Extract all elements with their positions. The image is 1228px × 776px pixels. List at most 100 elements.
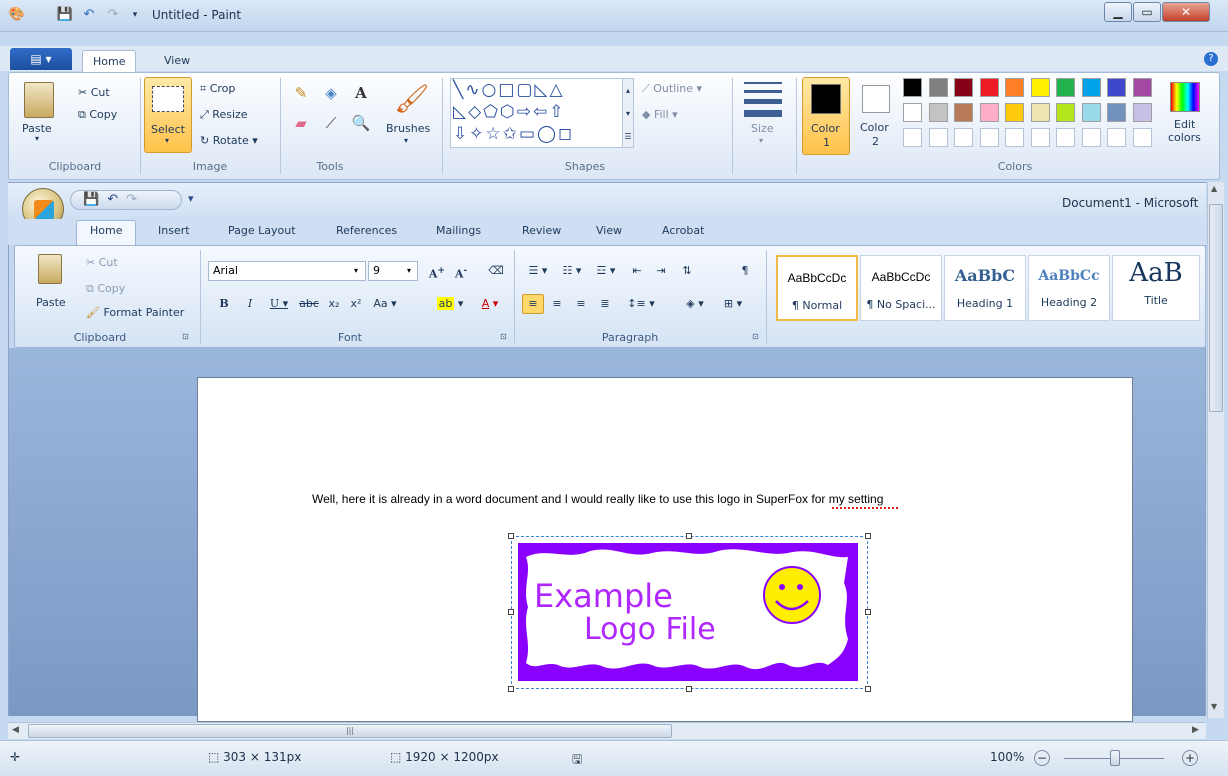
- empty-color-slot[interactable]: [1081, 128, 1101, 147]
- font-name-combo[interactable]: Arial ▾: [208, 261, 366, 281]
- shading-icon[interactable]: ◈ ▾: [678, 294, 712, 314]
- resize-handle[interactable]: [865, 533, 871, 539]
- align-right-icon[interactable]: ≡: [570, 294, 592, 314]
- zoom-out-button[interactable]: −: [1034, 750, 1050, 766]
- undo-icon[interactable]: ↶: [80, 6, 98, 24]
- resize-handle[interactable]: [508, 686, 514, 692]
- tab-view[interactable]: View: [154, 50, 200, 72]
- style-heading-2[interactable]: AaBbCc Heading 2: [1028, 255, 1110, 321]
- color-swatch[interactable]: [1107, 103, 1126, 122]
- edit-colors-button[interactable]: Edit colors: [1162, 78, 1212, 154]
- dialog-launcher-icon[interactable]: ⊡: [500, 332, 507, 341]
- zoom-slider-thumb[interactable]: [1110, 750, 1120, 766]
- magnifier-icon[interactable]: 🔍: [348, 114, 374, 138]
- superscript-icon[interactable]: x²: [346, 294, 366, 314]
- color-swatch[interactable]: [979, 103, 999, 122]
- decrease-indent-icon[interactable]: ⇤: [626, 261, 648, 281]
- color1-button[interactable]: Color 1: [802, 77, 850, 155]
- font-color-icon[interactable]: A ▾: [472, 294, 508, 314]
- align-center-icon[interactable]: ≡: [546, 294, 568, 314]
- word-paste-button[interactable]: Paste: [36, 296, 66, 309]
- show-paragraph-marks-icon[interactable]: ¶: [734, 261, 756, 281]
- scroll-left-icon[interactable]: ◀: [12, 725, 19, 735]
- paste-dropdown-icon[interactable]: ▾: [35, 134, 39, 143]
- redo-icon[interactable]: ↷: [104, 6, 122, 24]
- dialog-launcher-icon[interactable]: ⊡: [182, 332, 189, 341]
- brushes-button[interactable]: 🖌 Brushes ▾: [386, 80, 432, 158]
- style-heading-1[interactable]: AaBbC Heading 1: [944, 255, 1026, 321]
- bold-icon[interactable]: B: [214, 294, 234, 314]
- resize-handle[interactable]: [686, 533, 692, 539]
- numbering-icon[interactable]: ☷ ▾: [556, 261, 588, 281]
- empty-color-slot[interactable]: [903, 128, 922, 147]
- change-case-icon[interactable]: Aa ▾: [370, 294, 400, 314]
- italic-icon[interactable]: I: [240, 294, 260, 314]
- horizontal-scrollbar[interactable]: ◀ ||| ▶: [8, 722, 1206, 739]
- paste-icon[interactable]: [24, 82, 54, 118]
- color-swatch[interactable]: [954, 78, 973, 97]
- color-swatch[interactable]: [1030, 78, 1050, 97]
- empty-color-slot[interactable]: [1056, 128, 1075, 147]
- resize-button[interactable]: ⤢ Resize: [200, 108, 248, 122]
- rotate-button[interactable]: ↻ Rotate ▾: [200, 134, 258, 147]
- grow-font-icon[interactable]: A+: [426, 261, 448, 281]
- word-tab-review[interactable]: Review: [522, 224, 561, 237]
- color-swatch[interactable]: [1056, 78, 1075, 97]
- clear-formatting-icon[interactable]: ⌫: [484, 261, 508, 281]
- resize-handle[interactable]: [508, 609, 514, 615]
- align-left-icon[interactable]: ≡: [522, 294, 544, 314]
- color-swatch[interactable]: [1132, 103, 1152, 122]
- shapes-gallery[interactable]: ╲∿○□▢◺△ ◺◇⬠⬡⇨⇦⇧ ⇩✧☆✩▭◯◻: [450, 78, 630, 148]
- resize-handle[interactable]: [865, 609, 871, 615]
- empty-color-slot[interactable]: [1132, 128, 1152, 147]
- size-button[interactable]: Size ▾: [742, 82, 786, 152]
- color-swatch[interactable]: [903, 103, 922, 122]
- empty-color-slot[interactable]: [928, 128, 948, 147]
- shrink-font-icon[interactable]: A-: [450, 261, 472, 281]
- justify-icon[interactable]: ≣: [594, 294, 616, 314]
- scroll-up-icon[interactable]: ▲: [1211, 184, 1217, 193]
- undo-icon[interactable]: ↶: [107, 192, 126, 207]
- copy-button[interactable]: ⧉ Copy: [78, 108, 117, 122]
- color-swatch[interactable]: [903, 78, 922, 97]
- sort-icon[interactable]: ⇅: [676, 261, 698, 281]
- color-swatch[interactable]: [979, 78, 999, 97]
- empty-color-slot[interactable]: [954, 128, 973, 147]
- word-cut-button[interactable]: ✂ Cut: [86, 256, 118, 269]
- redo-icon[interactable]: ↷: [126, 192, 145, 207]
- save-icon[interactable]: 💾: [56, 6, 74, 24]
- multilevel-list-icon[interactable]: ☲ ▾: [590, 261, 622, 281]
- empty-color-slot[interactable]: [979, 128, 999, 147]
- vertical-scroll-thumb[interactable]: [1209, 204, 1223, 412]
- color-swatch[interactable]: [1081, 78, 1101, 97]
- outline-button[interactable]: ⟋ Outline ▾: [642, 82, 702, 96]
- increase-indent-icon[interactable]: ⇥: [650, 261, 672, 281]
- color-swatch[interactable]: [1132, 78, 1152, 97]
- color-swatch[interactable]: [1030, 103, 1050, 122]
- color-picker-icon[interactable]: ⟋: [318, 114, 344, 138]
- paint-menu-button[interactable]: ▤ ▾: [10, 48, 72, 70]
- underline-icon[interactable]: U ▾: [266, 294, 292, 314]
- line-spacing-icon[interactable]: ↕≡ ▾: [624, 294, 658, 314]
- vertical-scrollbar[interactable]: ▲ ▼: [1207, 182, 1224, 718]
- scroll-down-icon[interactable]: ▼: [1211, 702, 1217, 711]
- subscript-icon[interactable]: x₂: [324, 294, 344, 314]
- eraser-icon[interactable]: ▰: [288, 114, 314, 138]
- close-button[interactable]: ✕: [1162, 2, 1210, 22]
- resize-handle[interactable]: [508, 533, 514, 539]
- zoom-in-button[interactable]: +: [1182, 750, 1198, 766]
- maximize-button[interactable]: ▭: [1133, 2, 1161, 22]
- color-swatch[interactable]: [928, 103, 948, 122]
- resize-handle[interactable]: [865, 686, 871, 692]
- help-icon[interactable]: ?: [1204, 52, 1218, 66]
- dialog-launcher-icon[interactable]: ⊡: [752, 332, 759, 341]
- shapes-scroll[interactable]: ▴ ▾ ☰: [622, 78, 634, 148]
- select-button[interactable]: Select ▾: [144, 77, 192, 153]
- color-swatch[interactable]: [954, 103, 973, 122]
- word-tab-acrobat[interactable]: Acrobat: [662, 224, 704, 237]
- minimize-button[interactable]: ▁: [1104, 2, 1132, 22]
- color-swatch[interactable]: [1005, 78, 1024, 97]
- document-text[interactable]: Well, here it is already in a word docum…: [312, 492, 883, 506]
- word-tab-insert[interactable]: Insert: [158, 224, 190, 237]
- resize-handle[interactable]: [686, 686, 692, 692]
